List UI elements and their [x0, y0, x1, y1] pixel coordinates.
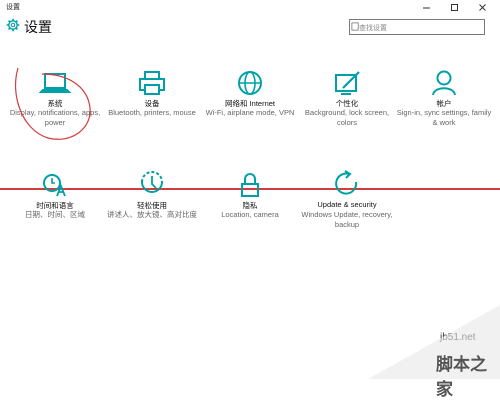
category-desc: 日期、时间、区域 [25, 210, 85, 219]
category-desc: Wi-Fi, airplane mode, VPN [205, 108, 295, 117]
watermark-brand: 脚本之家 [436, 355, 487, 399]
category-desc: Sign-in, sync settings, family & work [396, 108, 492, 127]
title-bar: 设置 [0, 0, 500, 14]
window-title: 设置 [6, 4, 20, 11]
category-desc: 讲述人、放大镜、高对比度 [107, 210, 197, 219]
category-desc: Bluetooth, printers, mouse [108, 108, 196, 117]
gear-icon [6, 18, 20, 32]
category-desc: Display, notifications, apps, power [9, 108, 101, 127]
minimize-button[interactable] [412, 0, 440, 14]
category-name: Update & security [317, 200, 377, 209]
category-desc: Background, lock screen, colors [304, 108, 390, 127]
category-desc: Windows Update, recovery, backup [301, 210, 393, 229]
search-input[interactable]: 查找设置 [349, 19, 485, 35]
category-desc: Location, camera [221, 210, 279, 219]
search-placeholder: 查找设置 [359, 25, 387, 32]
minimize-icon [422, 7, 430, 8]
maximize-button[interactable] [440, 0, 468, 14]
maximize-icon [450, 3, 458, 11]
close-button[interactable] [468, 0, 496, 14]
page-title: 设置 [24, 19, 52, 35]
close-icon [478, 3, 486, 11]
